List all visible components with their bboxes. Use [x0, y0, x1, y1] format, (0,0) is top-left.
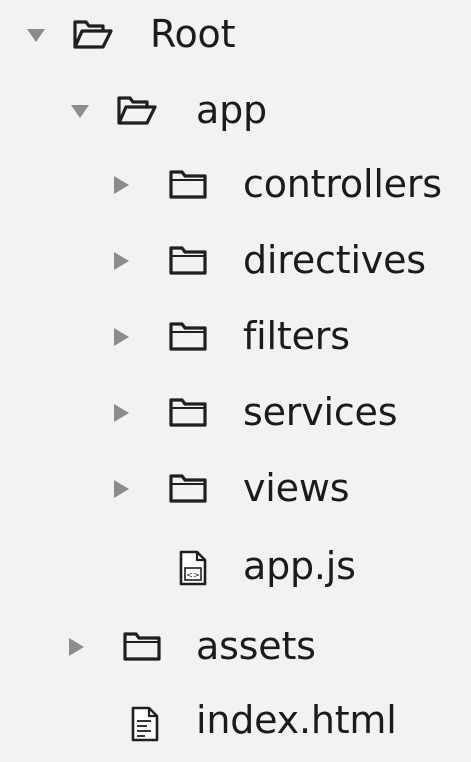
tree-row-views[interactable]: views — [0, 454, 471, 530]
disclosure-collapsed-icon[interactable] — [110, 174, 132, 196]
folder-icon — [168, 392, 208, 432]
tree-row-directives[interactable]: directives — [0, 226, 471, 302]
tree-label: filters — [243, 314, 350, 358]
disclosure-expanded-icon[interactable] — [25, 24, 47, 46]
tree-label: Root — [150, 12, 236, 56]
tree-row-assets[interactable]: assets — [0, 612, 471, 688]
folder-icon — [168, 468, 208, 508]
tree-row-controllers[interactable]: controllers — [0, 150, 471, 226]
tree-row-app-js[interactable]: <> app.js — [0, 532, 471, 608]
tree-label: views — [243, 466, 350, 510]
disclosure-collapsed-icon[interactable] — [110, 478, 132, 500]
disclosure-collapsed-icon[interactable] — [110, 250, 132, 272]
tree-label: assets — [196, 624, 316, 668]
tree-label: app.js — [243, 544, 356, 588]
tree-row-services[interactable]: services — [0, 378, 471, 454]
js-file-icon: <> — [178, 550, 218, 590]
svg-text:<>: <> — [186, 571, 199, 580]
tree-label: index.html — [196, 698, 397, 742]
tree-row-index-html[interactable]: index.html — [0, 686, 471, 762]
disclosure-collapsed-icon[interactable] — [110, 326, 132, 348]
folder-open-icon — [72, 14, 113, 54]
folder-open-icon — [116, 90, 157, 130]
disclosure-collapsed-icon[interactable] — [65, 636, 87, 658]
folder-icon — [122, 626, 162, 666]
tree-row-root[interactable]: Root — [0, 0, 471, 76]
tree-row-app[interactable]: app — [0, 76, 471, 152]
tree-label: services — [243, 390, 398, 434]
disclosure-expanded-icon[interactable] — [69, 100, 91, 122]
html-file-icon — [130, 706, 170, 746]
tree-label: directives — [243, 238, 426, 282]
tree-label: app — [196, 88, 267, 132]
tree-label: controllers — [243, 162, 442, 206]
file-tree: Root app controllers directives filters … — [0, 0, 471, 754]
disclosure-collapsed-icon[interactable] — [110, 402, 132, 424]
folder-icon — [168, 316, 208, 356]
tree-row-filters[interactable]: filters — [0, 302, 471, 378]
folder-icon — [168, 240, 208, 280]
folder-icon — [168, 164, 208, 204]
